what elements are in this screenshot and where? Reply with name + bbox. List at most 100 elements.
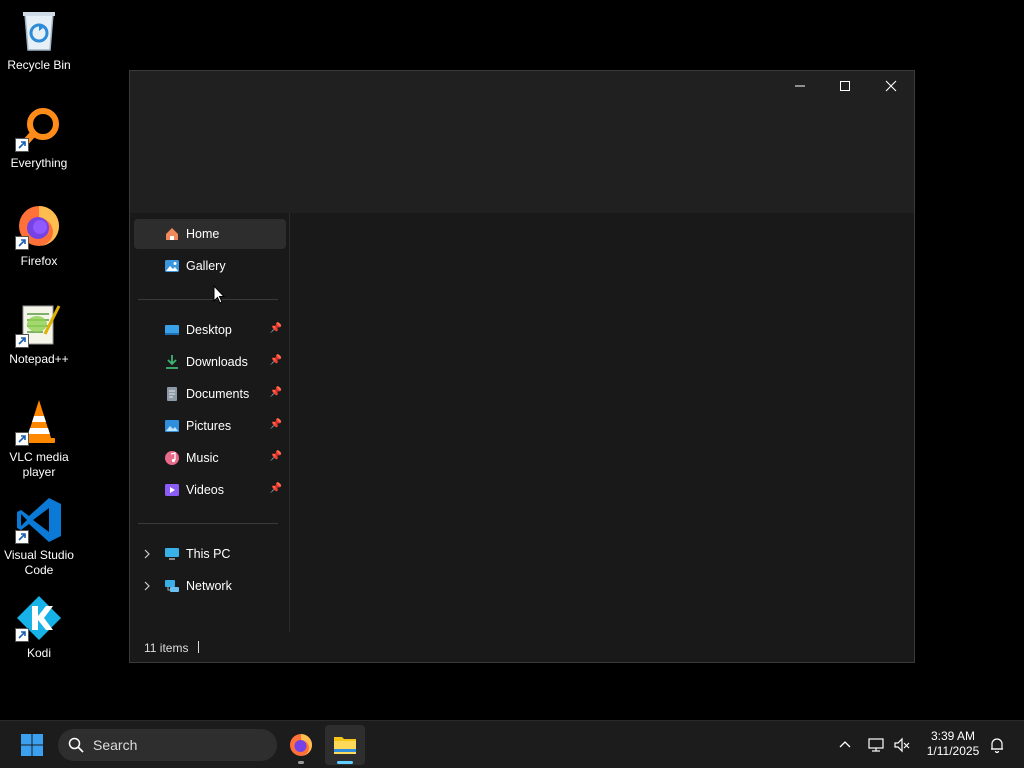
status-bar: 11 items: [130, 632, 914, 662]
network-status-button[interactable]: [864, 721, 888, 768]
home-icon: [166, 228, 178, 240]
active-indicator: [337, 761, 353, 764]
search-icon: [68, 737, 84, 753]
file-explorer-icon: [334, 737, 356, 754]
notepadpp-icon: [15, 300, 63, 348]
taskbar-firefox[interactable]: [281, 725, 321, 765]
expand-chevron-icon[interactable]: [142, 578, 152, 594]
this-pc-icon: [165, 548, 179, 560]
minimize-icon: [795, 85, 805, 87]
nav-item-desktop[interactable]: Desktop 📌: [134, 315, 286, 345]
navigation-pane[interactable]: Home Gallery Desktop 📌 Downloads 📌 Docum…: [130, 213, 289, 632]
nav-item-network[interactable]: Network: [134, 571, 286, 601]
shortcut-arrow-icon: [15, 628, 29, 642]
nav-divider: [138, 299, 278, 300]
pin-icon: 📌: [269, 483, 282, 494]
bell-icon: [991, 738, 1003, 753]
nav-item-label: Home: [186, 227, 220, 241]
taskbar-search-box[interactable]: Search: [58, 729, 277, 761]
file-explorer-window[interactable]: Home Gallery Desktop 📌 Downloads 📌 Docum…: [129, 70, 915, 663]
notifications-button[interactable]: [985, 721, 1009, 768]
nav-item-music[interactable]: Music 📌: [134, 443, 286, 473]
nav-item-gallery[interactable]: Gallery: [134, 251, 286, 281]
pin-icon: 📌: [269, 355, 282, 366]
close-button[interactable]: [868, 71, 914, 101]
shortcut-arrow-icon: [15, 138, 29, 152]
desktop-icon-label: Recycle Bin: [7, 58, 71, 72]
nav-divider: [138, 523, 278, 524]
clock[interactable]: 3:39 AM 1/11/2025: [916, 729, 990, 759]
desktop-icon-label: VLC media player: [9, 450, 69, 479]
desktop-icon-notepadpp[interactable]: Notepad++: [0, 300, 78, 367]
volume-muted-icon: [894, 737, 910, 753]
nav-item-label: Documents: [186, 387, 250, 401]
desktop-folder-icon: [165, 325, 179, 335]
pin-icon: 📌: [269, 323, 282, 334]
network-status-icon: [868, 738, 884, 752]
nav-item-label: Network: [186, 579, 232, 593]
maximize-icon: [840, 81, 850, 91]
shortcut-arrow-icon: [15, 236, 29, 250]
expand-chevron-icon[interactable]: [142, 546, 152, 562]
desktop-icon-label: Notepad++: [9, 352, 69, 366]
shortcut-arrow-icon: [15, 432, 29, 446]
music-icon: [165, 451, 179, 465]
clock-time: 3:39 AM: [930, 729, 976, 743]
nav-item-label: This PC: [186, 547, 231, 561]
network-icon: [165, 580, 179, 592]
nav-item-label: Pictures: [186, 419, 232, 433]
nav-item-downloads[interactable]: Downloads 📌: [134, 347, 286, 377]
firefox-icon: [290, 734, 312, 756]
search-placeholder: Search: [93, 737, 138, 753]
mouse-cursor-icon: [213, 285, 225, 304]
chevron-up-icon: [839, 741, 851, 748]
title-bar[interactable]: [130, 71, 914, 213]
gallery-icon: [165, 260, 179, 272]
vlc-cone-icon: [15, 398, 63, 446]
taskbar[interactable]: Search 3:39 AM 1/11/2025: [0, 720, 1024, 768]
running-indicator: [298, 761, 304, 764]
vscode-icon: [15, 496, 63, 544]
documents-icon: [167, 387, 177, 401]
nav-item-home[interactable]: Home: [134, 219, 286, 249]
downloads-icon: [166, 355, 178, 369]
item-count: 11 items: [144, 641, 189, 655]
show-hidden-icons-button[interactable]: [832, 721, 858, 768]
nav-item-label: Desktop: [186, 323, 232, 337]
videos-icon: [165, 484, 179, 496]
volume-button[interactable]: [890, 721, 914, 768]
desktop-icon-recycle-bin[interactable]: Recycle Bin: [0, 6, 78, 73]
desktop-icon-kodi[interactable]: Kodi: [0, 594, 78, 661]
start-button[interactable]: [12, 725, 52, 765]
desktop-icon-label: Visual Studio Code: [4, 548, 74, 577]
clock-date: 1/11/2025: [926, 744, 980, 758]
maximize-button[interactable]: [822, 71, 868, 101]
desktop-icon-label: Firefox: [20, 254, 58, 268]
nav-item-label: Videos: [186, 483, 224, 497]
everything-search-icon: [15, 104, 63, 152]
desktop-icon-vlc[interactable]: VLC media player: [0, 398, 78, 480]
desktop-icon-vscode[interactable]: Visual Studio Code: [0, 496, 78, 578]
nav-item-label: Gallery: [186, 259, 226, 273]
nav-item-pictures[interactable]: Pictures 📌: [134, 411, 286, 441]
desktop-icon-firefox[interactable]: Firefox: [0, 202, 78, 269]
pin-icon: 📌: [269, 387, 282, 398]
shortcut-arrow-icon: [15, 334, 29, 348]
nav-item-this-pc[interactable]: This PC: [134, 539, 286, 569]
desktop-icon-label: Kodi: [26, 646, 52, 660]
taskbar-file-explorer[interactable]: [325, 725, 365, 765]
firefox-icon: [15, 202, 63, 250]
status-separator: [198, 641, 199, 653]
file-list-area[interactable]: [290, 213, 914, 632]
nav-item-label: Music: [186, 451, 219, 465]
desktop-icon-everything[interactable]: Everything: [0, 104, 78, 171]
kodi-icon: [15, 594, 63, 642]
recycle-bin-icon: [15, 6, 63, 54]
nav-item-videos[interactable]: Videos 📌: [134, 475, 286, 505]
pin-icon: 📌: [269, 419, 282, 430]
nav-item-documents[interactable]: Documents 📌: [134, 379, 286, 409]
pictures-icon: [165, 420, 179, 432]
minimize-button[interactable]: [777, 71, 823, 101]
shortcut-arrow-icon: [15, 530, 29, 544]
windows-start-icon: [21, 734, 43, 756]
